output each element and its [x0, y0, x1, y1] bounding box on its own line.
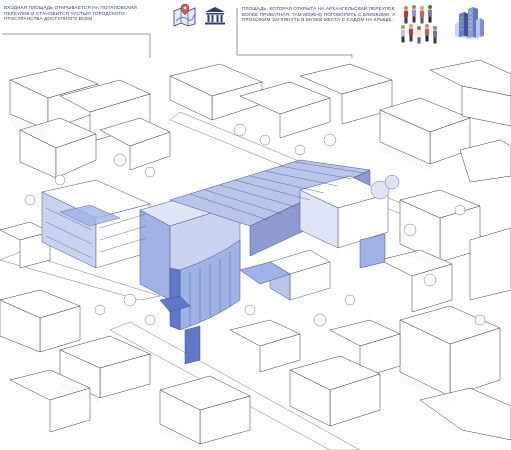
- axonometric-drawing: [0, 58, 511, 450]
- axonometric-site-plan: ВХОДНАЯ ПЛОЩАДЬ ОТКРЫВАЕТСЯ НА ПОТАПОВСК…: [0, 0, 511, 450]
